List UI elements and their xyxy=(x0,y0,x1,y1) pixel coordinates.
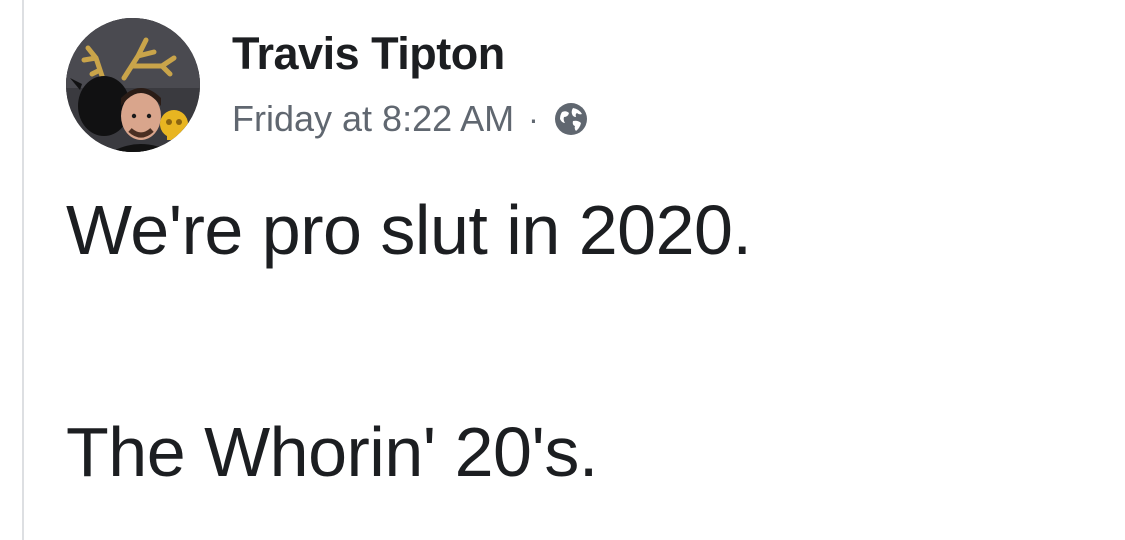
post-text-line: The Whorin' 20's. xyxy=(66,413,598,491)
meta-separator: · xyxy=(528,100,539,137)
avatar[interactable] xyxy=(66,18,200,152)
post-meta: Friday at 8:22 AM · xyxy=(232,96,589,142)
author-name[interactable]: Travis Tipton xyxy=(232,28,505,80)
globe-icon[interactable] xyxy=(553,101,589,137)
facebook-post-screenshot: Travis Tipton Friday at 8:22 AM · We're … xyxy=(0,0,1125,540)
avatar-image xyxy=(66,18,200,152)
post-timestamp[interactable]: Friday at 8:22 AM xyxy=(232,98,514,140)
post-card: Travis Tipton Friday at 8:22 AM · We're … xyxy=(24,0,1125,540)
post-text-line: We're pro slut in 2020. xyxy=(66,191,752,269)
